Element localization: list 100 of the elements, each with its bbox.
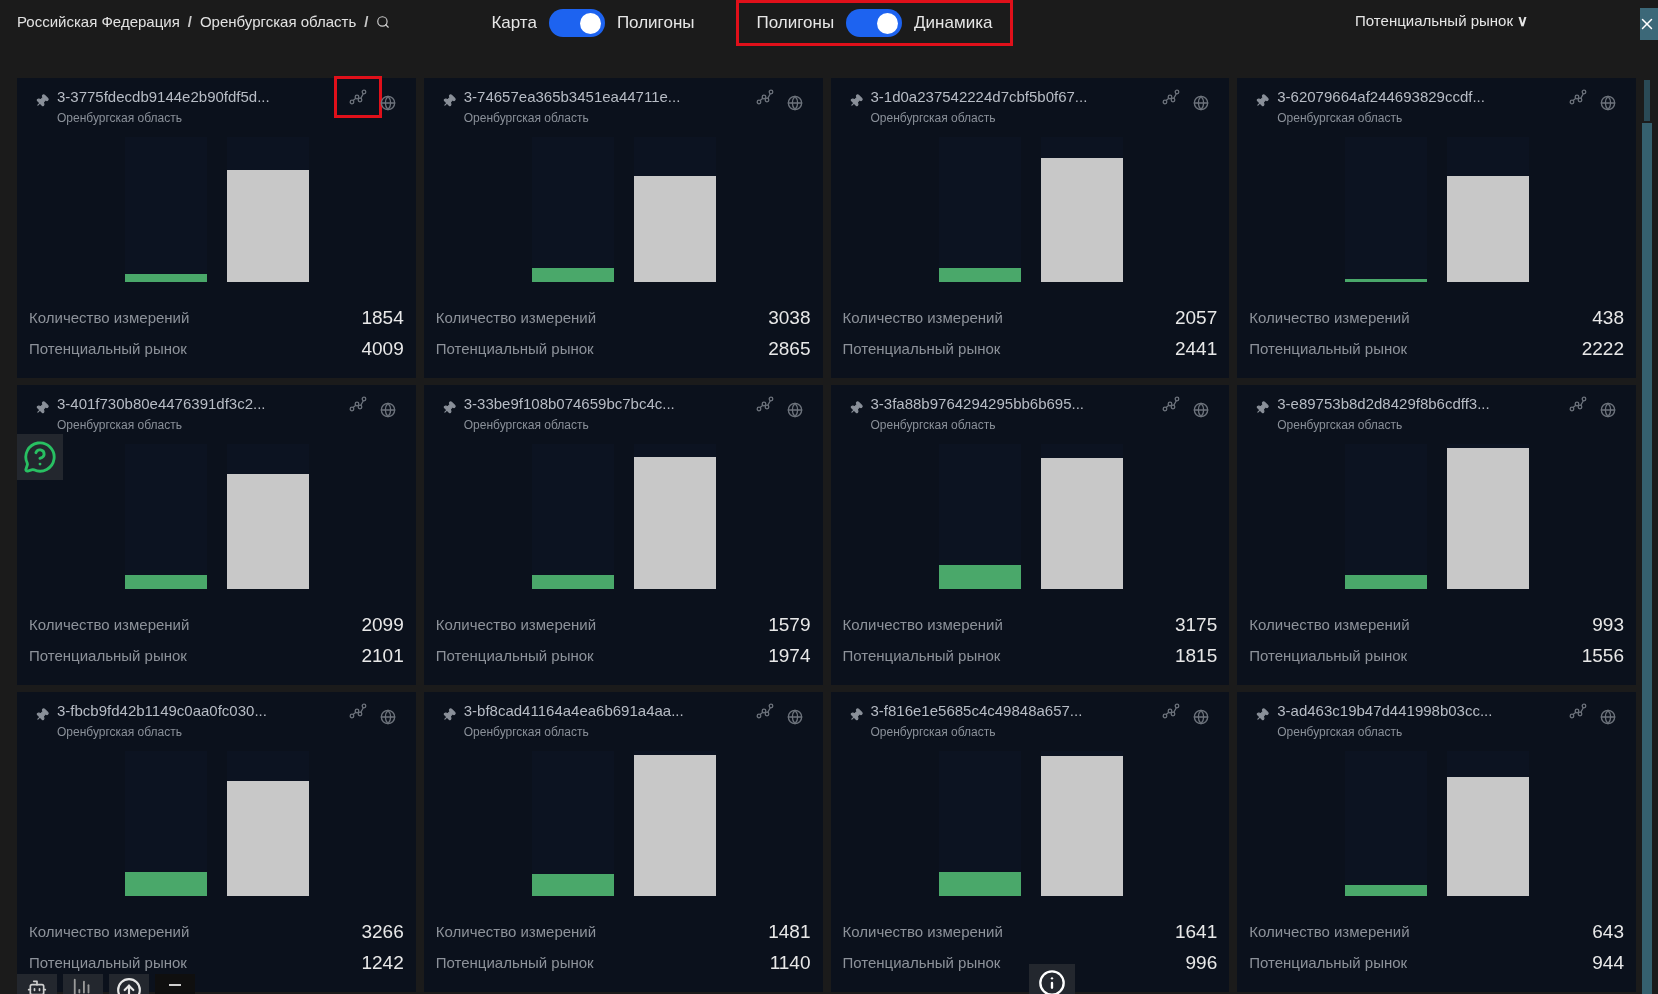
metric-label: Количество измерений <box>29 614 190 635</box>
globe-icon[interactable] <box>1193 95 1210 111</box>
bar-chart-button[interactable] <box>63 974 103 994</box>
line-chart-icon <box>755 702 774 720</box>
scrollbar-thumb[interactable] <box>1642 78 1652 123</box>
minus-button[interactable] <box>155 974 195 994</box>
metric-value: 993 <box>1592 612 1624 637</box>
metric-value: 1242 <box>361 951 404 975</box>
metric-label: Количество измерений <box>435 614 597 635</box>
minus-icon <box>169 984 181 986</box>
metric-value: 1854 <box>361 305 404 330</box>
metric-label: Потенциальный рынок <box>29 646 187 666</box>
metric-label: Потенциальный рынок <box>435 646 594 666</box>
metric-value: 2057 <box>1174 305 1218 330</box>
metric-value: 1579 <box>768 612 811 637</box>
line-chart-icon <box>755 395 774 413</box>
card-subtitle: Оренбургская область <box>1277 416 1404 434</box>
metric-value: 2865 <box>768 337 811 361</box>
help-button[interactable] <box>17 434 63 480</box>
globe-icon[interactable] <box>379 95 396 111</box>
toggle-switch[interactable] <box>548 9 605 37</box>
metric-label: Количество измерений <box>842 614 1003 635</box>
upload-button[interactable] <box>109 974 149 994</box>
card-subtitle: Оренбургская область <box>57 109 184 127</box>
globe-icon[interactable] <box>1600 709 1616 725</box>
card-title: 3-3775fdecdb9144e2b90fdf5d... <box>57 87 271 107</box>
globe-icon[interactable] <box>379 709 396 725</box>
metric-label: Количество измерений <box>1249 307 1410 328</box>
metric-value: 2222 <box>1581 337 1624 361</box>
card-title: 3-ad463c19b47d441998b03cc... <box>1277 701 1494 721</box>
globe-icon[interactable] <box>786 95 803 111</box>
card-title: 3-fbcb9fd42b1149c0aa0fc030... <box>57 701 268 721</box>
line-chart-icon <box>348 702 367 720</box>
card-subtitle: Оренбургская область <box>1277 723 1404 741</box>
metric-value: 3038 <box>768 305 811 330</box>
line-chart-icon <box>1162 88 1181 106</box>
metric-label: Потенциальный рынок <box>842 953 1001 973</box>
line-chart-icon <box>755 88 774 106</box>
metric-label: Потенциальный рынок <box>29 339 187 359</box>
metric-value: 3175 <box>1174 612 1218 637</box>
card-subtitle: Оренбургская область <box>870 416 997 434</box>
breadcrumb-link[interactable]: Российская Федерация <box>17 10 180 34</box>
toggle-label: Карта <box>491 12 537 35</box>
toggle-label: Полигоны <box>616 12 695 35</box>
metric-value: 3266 <box>361 919 404 944</box>
metric-value: 1974 <box>768 644 811 668</box>
robot-button[interactable] <box>17 974 57 994</box>
line-chart-icon <box>1569 395 1587 413</box>
metric-label: Потенциальный рынок <box>1249 953 1408 973</box>
metric-value: 1140 <box>769 951 811 975</box>
help-icon <box>23 440 57 474</box>
metric-value: 1556 <box>1581 644 1624 668</box>
metric-label: Количество измерений <box>842 921 1003 942</box>
metric-value: 438 <box>1592 305 1624 330</box>
card-title: 3-62079664af244693829ccdf... <box>1277 87 1486 107</box>
line-chart-icon <box>348 88 367 106</box>
robot-icon <box>27 978 47 994</box>
globe-icon[interactable] <box>1600 95 1616 111</box>
metric-label: Потенциальный рынок <box>1249 646 1408 666</box>
card-title: 3-f816e1e5685c4c49848a657... <box>870 701 1084 721</box>
metric-value: 2441 <box>1174 337 1218 361</box>
breadcrumb-link[interactable]: Оренбургская область <box>199 10 357 34</box>
globe-icon[interactable] <box>1193 709 1210 725</box>
metric-label: Потенциальный рынок <box>842 339 1001 359</box>
line-chart-icon <box>1569 88 1587 106</box>
globe-icon[interactable] <box>786 402 803 418</box>
close-button[interactable] <box>1640 8 1658 40</box>
card-title: 3-74657ea365b3451ea44711e... <box>463 87 682 107</box>
metric-value: 643 <box>1592 919 1624 944</box>
metric-label: Потенциальный рынок <box>842 646 1001 666</box>
search-icon[interactable] <box>376 15 391 29</box>
card-subtitle: Оренбургская область <box>870 723 997 741</box>
metric-label: Количество измерений <box>29 921 190 942</box>
metric-label: Количество измерений <box>1249 921 1410 942</box>
card-title: 3-401f730b80e4476391df3c2... <box>57 394 267 414</box>
metric-label: Потенциальный рынок <box>435 339 594 359</box>
globe-icon[interactable] <box>1600 402 1616 418</box>
metric-label: Потенциальный рынок <box>29 953 187 973</box>
card-title: 3-33be9f108b074659bc7bc4c... <box>463 394 676 414</box>
info-button[interactable] <box>1029 964 1075 994</box>
metric-label: Потенциальный рынок <box>435 953 594 973</box>
globe-icon[interactable] <box>379 402 396 418</box>
metric-value: 1641 <box>1174 919 1218 944</box>
metric-value: 2101 <box>361 644 404 668</box>
metric-label: Потенциальный рынок <box>1249 339 1408 359</box>
breadcrumb-separator: / <box>187 11 192 32</box>
card-subtitle: Оренбургская область <box>1277 109 1404 127</box>
metric-value: 996 <box>1185 951 1218 975</box>
metric-value: 2099 <box>361 612 404 637</box>
metric-label: Количество измерений <box>435 307 597 328</box>
globe-icon[interactable] <box>786 709 803 725</box>
card-subtitle: Оренбургская область <box>57 416 184 434</box>
info-icon <box>1038 969 1066 994</box>
globe-icon[interactable] <box>1193 402 1210 418</box>
metric-label: Количество измерений <box>1249 614 1410 635</box>
metric-value: 1815 <box>1174 644 1218 668</box>
sort-dropdown[interactable]: Потенциальный рынок ∨ <box>1355 10 1528 33</box>
card-title: 3-bf8cad41164a4ea6b691a4aa... <box>463 701 685 721</box>
toggle-switch[interactable] <box>846 9 903 37</box>
chart-toggle-button[interactable] <box>333 76 382 118</box>
